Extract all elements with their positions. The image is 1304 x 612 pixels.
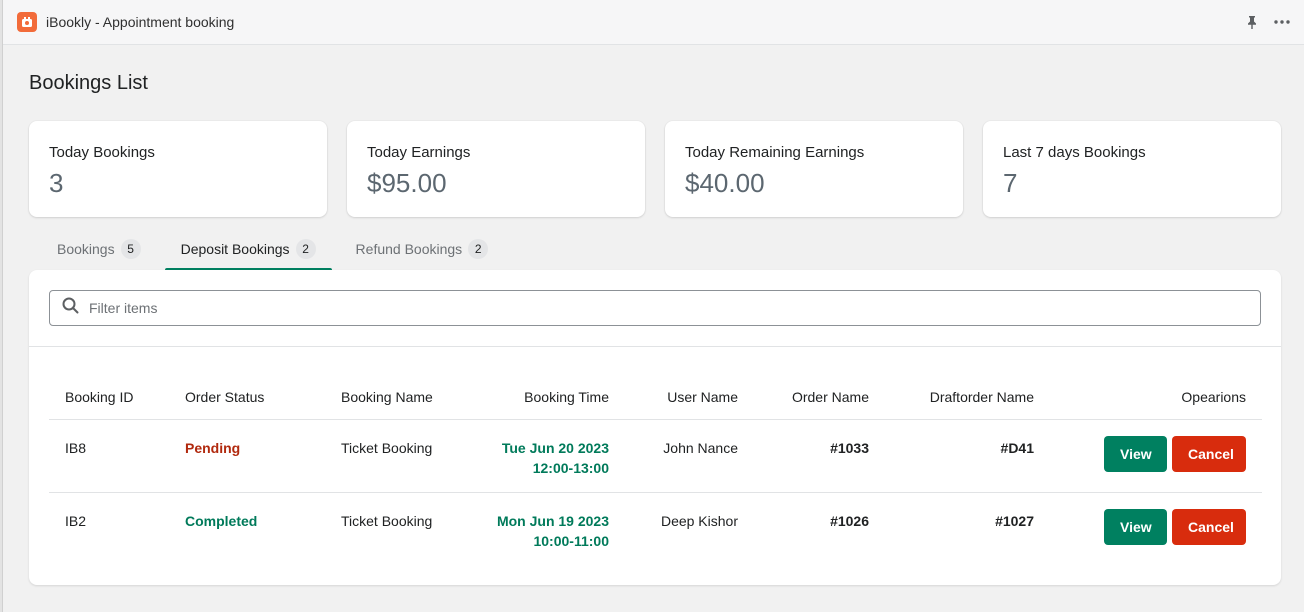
app-titlebar: iBookly - Appointment booking xyxy=(3,0,1304,45)
tab-count-badge: 2 xyxy=(468,238,489,259)
user-name: Deep Kishor xyxy=(660,512,738,529)
stat-card-today-earnings: Today Earnings $95.00 xyxy=(347,121,645,217)
booking-time-range: 10:00-11:00 xyxy=(533,532,609,549)
order-status: Pending xyxy=(169,419,325,493)
booking-name: Ticket Booking xyxy=(325,419,475,493)
tab-refund-bookings[interactable]: Refund Bookings 2 xyxy=(340,227,505,270)
table-header-row: Booking ID Order Status Booking Name Boo… xyxy=(49,375,1262,420)
column-header[interactable]: Order Status xyxy=(169,375,325,420)
stat-value: $40.00 xyxy=(685,168,765,198)
stat-label: Today Earnings xyxy=(367,144,471,161)
table-row: IB8 Pending Ticket Booking Tue Jun 20 20… xyxy=(49,419,1262,493)
cancel-button[interactable]: Cancel xyxy=(1172,435,1246,472)
bookings-panel: Booking ID Order Status Booking Name Boo… xyxy=(29,270,1281,585)
user-name: John Nance xyxy=(625,419,754,493)
tab-bookings[interactable]: Bookings 5 xyxy=(41,227,157,270)
tab-count-badge: 2 xyxy=(295,238,316,259)
view-button[interactable]: View xyxy=(1104,508,1167,545)
table-row: IB2 Completed Ticket Booking Mon Jun 19 … xyxy=(49,492,1262,565)
column-header[interactable]: Booking Time xyxy=(475,375,625,420)
page-title: Bookings List xyxy=(29,72,148,94)
draftorder-name: #D41 xyxy=(885,419,1050,493)
column-header[interactable]: Booking ID xyxy=(49,375,169,420)
booking-time-range: 12:00-13:00 xyxy=(532,459,609,476)
stat-label: Last 7 days Bookings xyxy=(1003,144,1146,161)
order-name: #1033 xyxy=(754,419,885,493)
stat-card-remaining-earnings: Today Remaining Earnings $40.00 xyxy=(665,121,963,217)
stat-value: $95.00 xyxy=(367,168,447,198)
column-header[interactable]: Order Name xyxy=(754,375,885,420)
booking-time: Mon Jun 19 2023 10:00-11:00 xyxy=(475,492,625,565)
cancel-button[interactable]: Cancel xyxy=(1172,508,1246,545)
order-name: #1026 xyxy=(830,512,869,529)
column-header[interactable]: User Name xyxy=(625,375,754,420)
bookings-table: Booking ID Order Status Booking Name Boo… xyxy=(49,375,1262,565)
stat-label: Today Remaining Earnings xyxy=(685,144,865,161)
tab-label: Refund Bookings xyxy=(355,240,463,257)
more-icon[interactable] xyxy=(1274,13,1290,31)
booking-id: IB2 xyxy=(65,512,87,529)
stat-label: Today Bookings xyxy=(49,144,155,161)
stat-card-last-7-days: Last 7 days Bookings 7 xyxy=(983,121,1281,217)
filter-field xyxy=(49,290,1261,326)
filter-input[interactable] xyxy=(89,300,1189,316)
booking-date: Tue Jun 20 2023 xyxy=(501,439,609,456)
tab-deposit-bookings[interactable]: Deposit Bookings 2 xyxy=(164,227,332,271)
column-header[interactable]: Booking Name xyxy=(325,375,475,420)
booking-tabs: Bookings 5 Deposit Bookings 2 Refund Boo… xyxy=(41,227,505,271)
app-logo-icon xyxy=(17,12,37,32)
stat-value: 7 xyxy=(1003,168,1018,198)
divider xyxy=(29,346,1281,347)
column-header[interactable]: Draftorder Name xyxy=(885,375,1050,420)
booking-name: Ticket Booking xyxy=(341,512,433,529)
booking-id: IB8 xyxy=(49,419,169,493)
stat-value: 3 xyxy=(49,168,64,198)
booking-date: Mon Jun 19 2023 xyxy=(496,512,609,529)
order-status: Completed xyxy=(185,512,258,529)
column-header: Opearions xyxy=(1050,375,1262,420)
pin-icon[interactable] xyxy=(1244,13,1260,31)
app-title: iBookly - Appointment booking xyxy=(46,14,235,30)
window-edge xyxy=(0,0,3,612)
draftorder-name: #1027 xyxy=(995,512,1034,529)
tab-label: Deposit Bookings xyxy=(180,240,290,257)
tab-label: Bookings xyxy=(57,240,115,257)
booking-time: Tue Jun 20 2023 12:00-13:00 xyxy=(475,419,625,493)
tab-count-badge: 5 xyxy=(120,238,141,259)
search-icon xyxy=(62,297,79,319)
view-button[interactable]: View xyxy=(1104,435,1167,472)
row-operations: View Cancel xyxy=(1050,419,1262,493)
row-operations: View Cancel xyxy=(1050,492,1262,565)
stat-card-today-bookings: Today Bookings 3 xyxy=(29,121,327,217)
